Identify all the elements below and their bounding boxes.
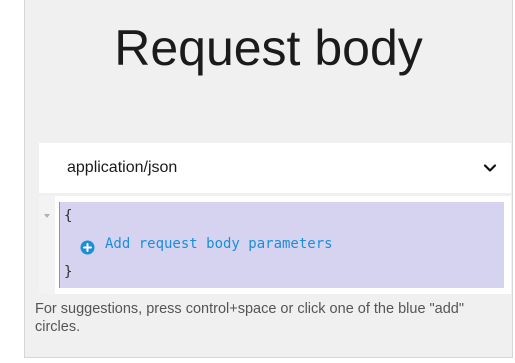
- add-request-body-parameters-link[interactable]: Add request body parameters: [60, 230, 504, 258]
- editor-code-block: { Add request body parameters }: [59, 202, 504, 288]
- open-brace: {: [64, 208, 73, 224]
- content-type-selected-value: application/json: [67, 159, 178, 176]
- chevron-down-icon: [483, 161, 497, 175]
- request-body-panel: Request body application/json {Add requ…: [24, 0, 513, 358]
- editor-hint-text: For suggestions, press control+space or …: [35, 301, 465, 335]
- content-type-select[interactable]: application/json: [39, 143, 511, 193]
- plus-circle-icon[interactable]: [80, 237, 95, 254]
- request-body-editor[interactable]: { Add request body parameters }: [39, 196, 511, 294]
- editor-gutter: [39, 196, 55, 294]
- close-brace: }: [64, 264, 73, 280]
- page-title: Request body: [114, 20, 423, 76]
- add-request-body-parameters-label: Add request body parameters: [105, 236, 333, 252]
- fold-toggle-icon[interactable]: [43, 208, 51, 218]
